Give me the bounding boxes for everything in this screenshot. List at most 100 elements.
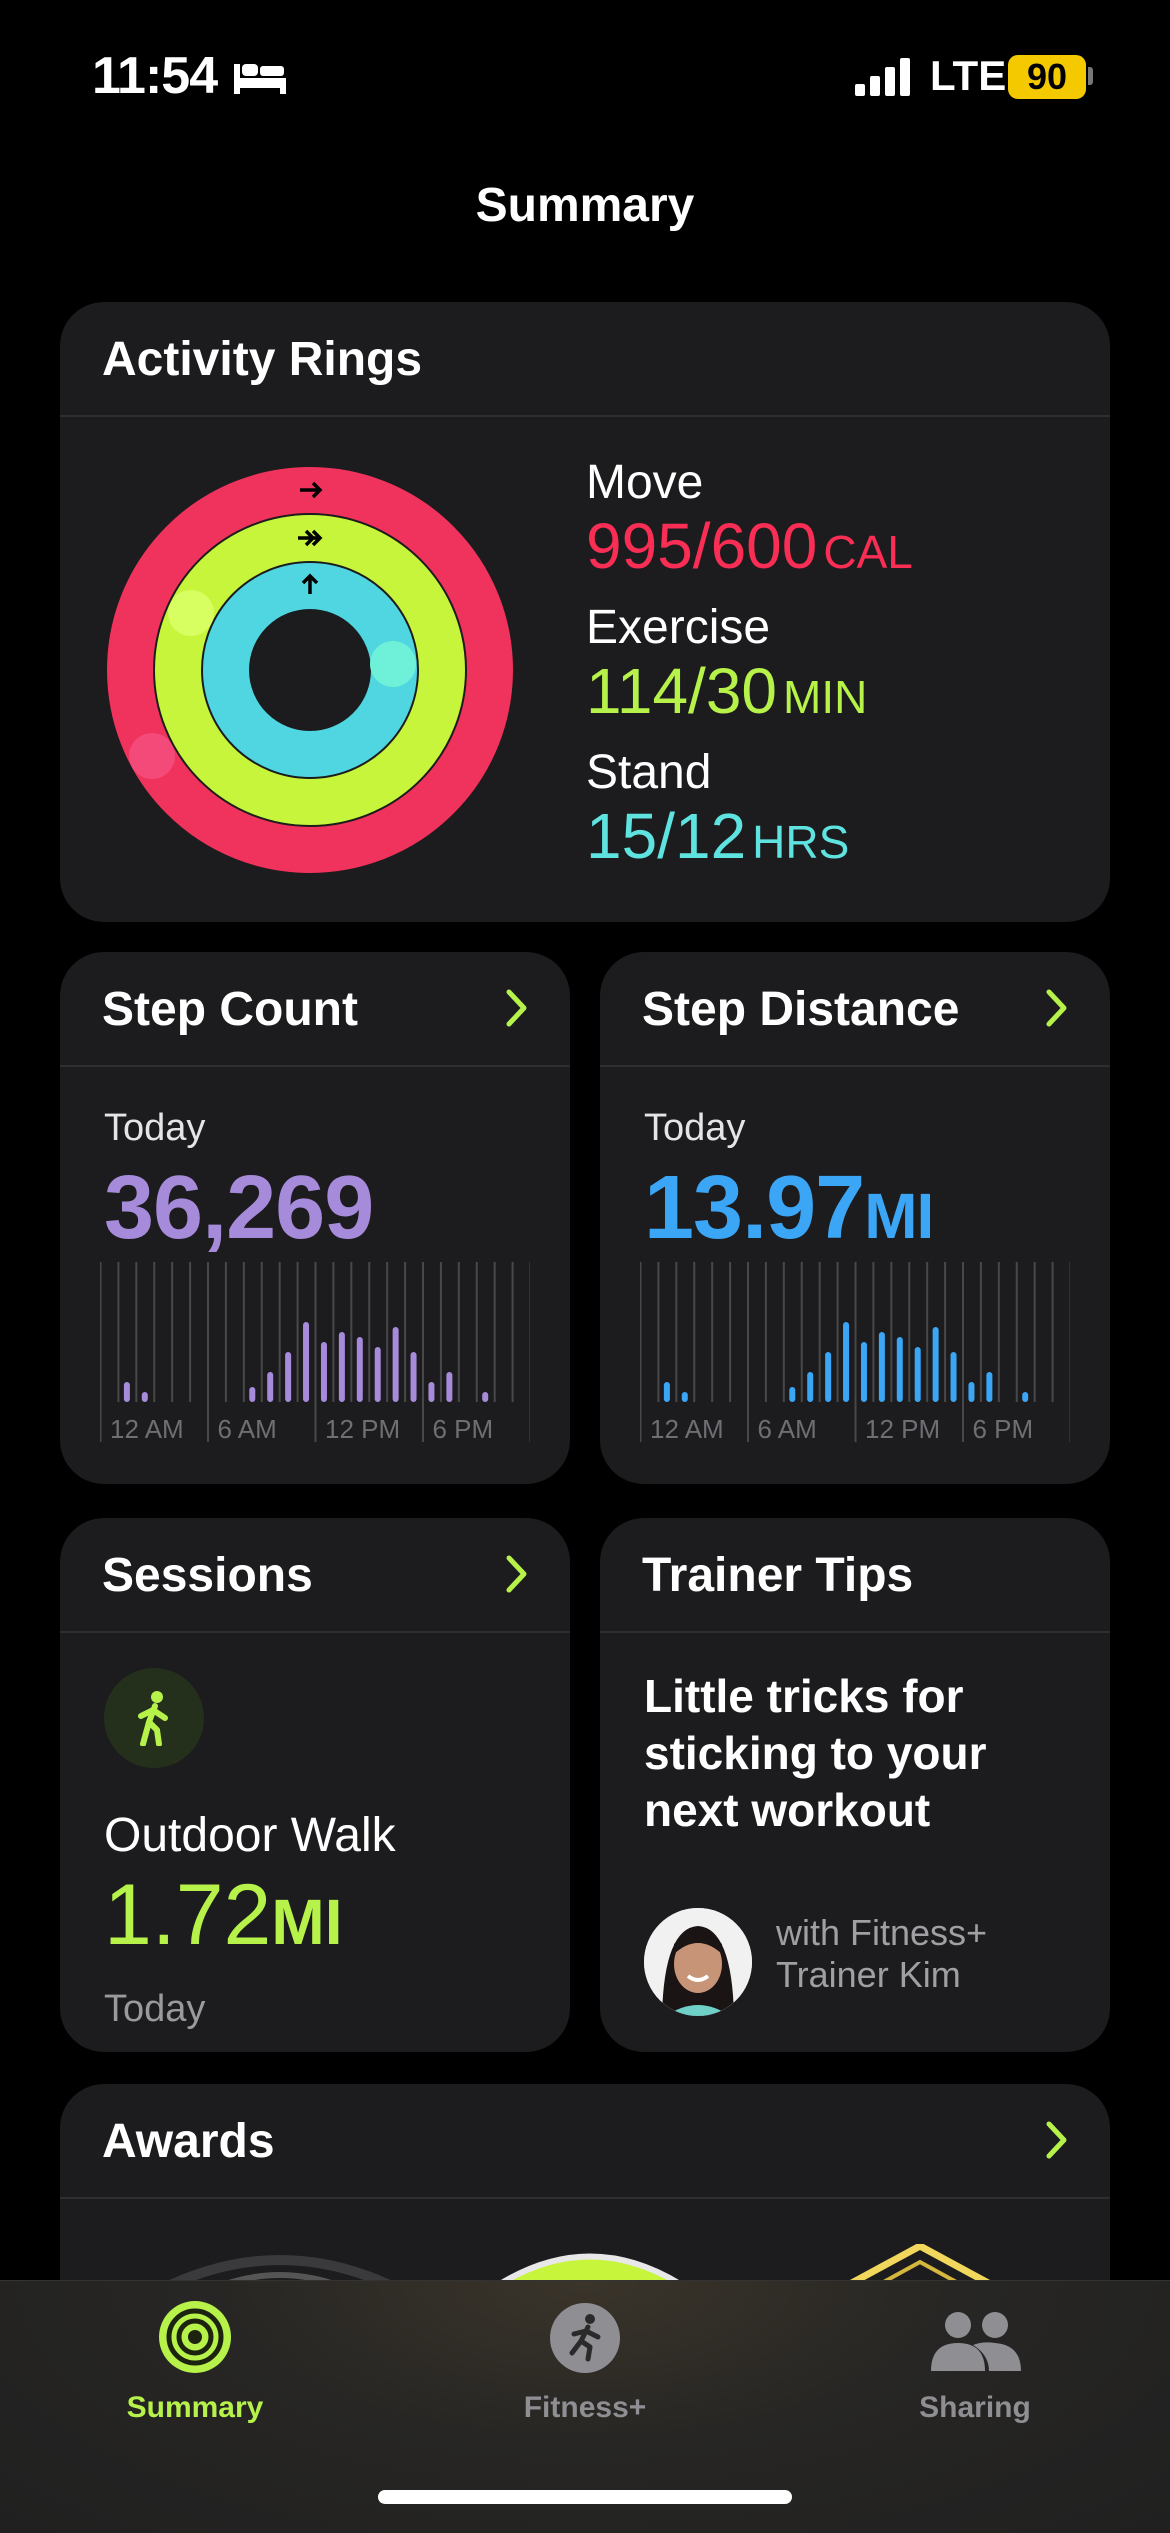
sessions-card[interactable]: Sessions Outdoor Walk 1.72MI Today <box>60 1518 570 2052</box>
card-title: Activity Rings <box>102 333 423 386</box>
chevron-right-icon <box>1046 989 1067 1027</box>
activity-rings <box>107 467 513 873</box>
trainer-tips-card[interactable]: Trainer Tips Little tricks for sticking … <box>600 1518 1110 2052</box>
stand-ring <box>203 563 417 777</box>
chart-tick-label: 12 AM <box>650 1414 724 1444</box>
chevron-right-icon <box>506 989 527 1027</box>
stand-value-line: 15/12 HRS <box>586 801 849 877</box>
stand-ring-end-cap <box>370 641 416 687</box>
card-header: Trainer Tips <box>600 1518 1110 1633</box>
trainer-credit-line1: with Fitness+ <box>776 1912 988 1953</box>
chart-bar <box>123 1382 130 1402</box>
step-distance-card[interactable]: Step Distance Today 13.97MI 12 AM 6 AM 12 … <box>600 952 1110 1484</box>
chart-tick-label: 6 PM <box>433 1414 494 1444</box>
people-icon <box>931 2312 1021 2371</box>
chart-bar <box>249 1387 256 1402</box>
chart-bar <box>267 1372 274 1402</box>
award-badge-icon <box>848 2244 992 2284</box>
chart-bar <box>285 1352 292 1402</box>
chart-tick-label: 12 AM <box>110 1414 184 1444</box>
chart-bar <box>392 1327 399 1402</box>
chart-bar <box>986 1372 993 1402</box>
tab-label: Fitness+ <box>523 2391 647 2424</box>
chart-tick-label: 12 PM <box>865 1414 940 1444</box>
step-count-card[interactable]: Step Count Today 36,269 12 AM 6 AM 12 PM 6 … <box>60 952 570 1484</box>
chart-bar <box>825 1352 832 1402</box>
chart-tick-label: 12 PM <box>325 1414 400 1444</box>
card-header: Step Distance <box>600 952 1110 1067</box>
step-distance-chart: 12 AM 6 AM 12 PM 6 PM <box>640 1262 1070 1444</box>
chart-bar <box>410 1352 417 1402</box>
network-type: LTE <box>930 52 1007 99</box>
chart-bar <box>663 1382 670 1402</box>
chart-bar <box>428 1382 435 1402</box>
workout-distance-unit: MI <box>271 1886 343 1958</box>
card-title: Awards <box>102 2115 275 2168</box>
chart-bar <box>482 1392 489 1402</box>
chart-tick-label: 6 AM <box>218 1414 277 1444</box>
chevron-right-icon <box>1046 2121 1067 2159</box>
card-title: Step Count <box>102 983 358 1036</box>
avatar <box>644 1908 752 2016</box>
award-badge-icon <box>498 2253 682 2284</box>
exercise-label: Exercise <box>586 601 771 654</box>
trainer-credit-line2: Trainer Kim <box>776 1954 961 1995</box>
card-title: Trainer Tips <box>642 1549 914 1602</box>
walk-icon <box>104 1668 204 1768</box>
status-bar: 11:54 LTE 90 <box>0 0 1170 150</box>
chart-bar <box>681 1392 688 1402</box>
chart-bar <box>141 1392 148 1402</box>
chart-bar <box>303 1322 310 1402</box>
chart-bar <box>914 1347 921 1402</box>
chart-bar <box>374 1347 381 1402</box>
chart-bar <box>320 1342 327 1402</box>
trainer-credit: with Fitness+ Trainer Kim <box>776 1912 987 1996</box>
chart-tick-label: 6 AM <box>758 1414 817 1444</box>
chart-bar <box>860 1342 867 1402</box>
exercise-ring-end-cap <box>168 590 214 636</box>
exercise-unit: MIN <box>783 671 868 723</box>
chart-bar <box>843 1322 850 1402</box>
cellular-signal-icon <box>855 58 910 96</box>
stand-value: 15/12 <box>586 800 747 872</box>
card-header: Awards <box>60 2084 1110 2199</box>
card-header: Sessions <box>60 1518 570 1633</box>
chart-bar <box>950 1352 957 1402</box>
page-title: Summary <box>475 179 695 232</box>
stand-label: Stand <box>586 746 712 799</box>
move-unit: CAL <box>823 526 913 578</box>
chart-bar <box>932 1327 939 1402</box>
tip-text: Little tricks for sticking to your next … <box>644 1670 987 1836</box>
stand-unit: HRS <box>752 816 850 868</box>
tab-label: Sharing <box>919 2391 1031 2424</box>
workout-distance: 1.72 <box>104 1867 272 1963</box>
stand-metric: Stand 15/12 HRS <box>586 745 849 877</box>
chart-bar <box>968 1382 975 1402</box>
move-value-line: 995/600 CAL <box>586 511 913 587</box>
chart-bar <box>789 1387 796 1402</box>
step-count-value: 36,269 <box>104 1158 374 1258</box>
chart-bar <box>878 1332 885 1402</box>
activity-rings-icon <box>159 2301 231 2373</box>
chart-bar <box>896 1337 903 1402</box>
battery-icon: 90 <box>1008 55 1086 99</box>
chart-tick-label: 6 PM <box>973 1414 1034 1444</box>
runner-icon <box>550 2303 620 2373</box>
home-indicator <box>378 2490 792 2504</box>
exercise-metric: Exercise 114/30 MIN <box>586 600 867 732</box>
move-value: 995/600 <box>586 510 818 582</box>
status-time: 11:54 <box>92 47 218 105</box>
chart-bar <box>807 1372 814 1402</box>
step-distance-unit: MI <box>864 1180 934 1252</box>
card-title: Step Distance <box>642 983 960 1036</box>
card-header: Activity Rings <box>60 302 1110 417</box>
workout-name: Outdoor Walk <box>104 1809 396 1862</box>
tab-label: Summary <box>126 2391 264 2424</box>
step-distance-value: 13.97 <box>644 1158 865 1258</box>
move-ring-end-cap <box>129 733 175 779</box>
bed-icon <box>234 64 286 94</box>
move-metric: Move 995/600 CAL <box>586 455 913 587</box>
card-title: Sessions <box>102 1549 313 1602</box>
exercise-value: 114/30 <box>586 655 777 727</box>
chart-bar <box>1022 1392 1029 1402</box>
